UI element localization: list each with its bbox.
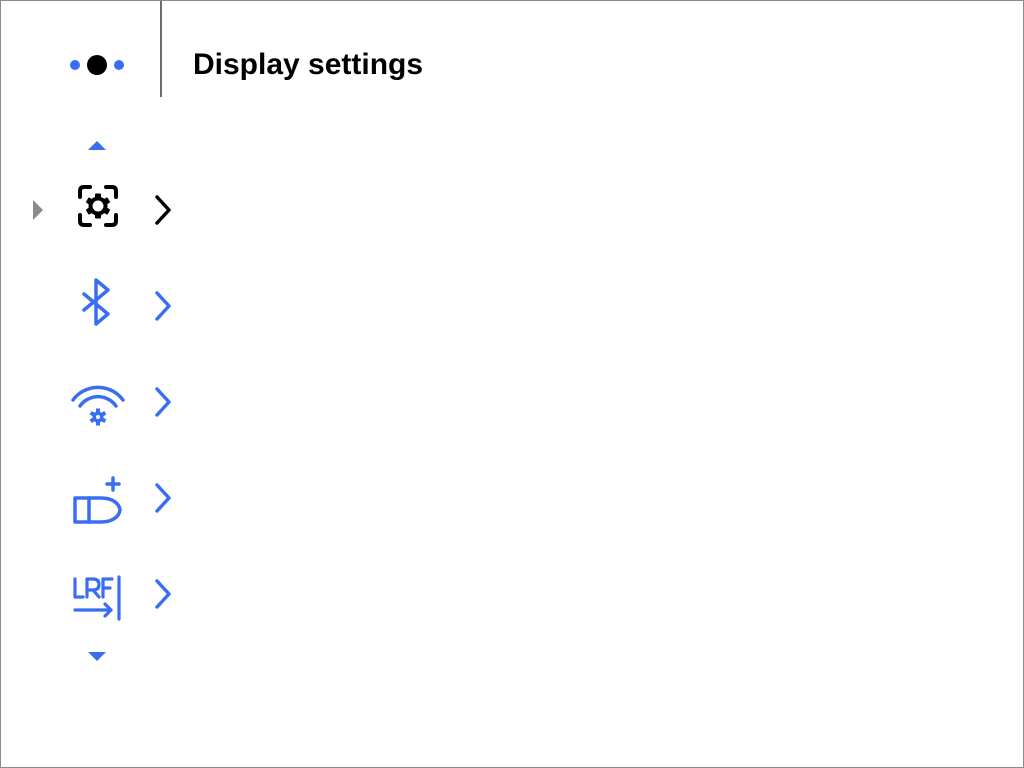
selection-pointer-icon: [33, 200, 43, 220]
header-divider: [160, 1, 162, 97]
page-title: Display settings: [193, 48, 424, 81]
wifi-settings-icon: [71, 385, 125, 426]
scroll-down-arrow-icon[interactable]: [87, 651, 107, 663]
chevron-right-icon: [155, 483, 171, 513]
display-settings-screen: Display settings: [0, 0, 1024, 768]
bluetooth-icon: [82, 278, 110, 326]
menu-item-general-settings[interactable]: [21, 173, 191, 243]
chevron-right-icon: [155, 579, 171, 609]
chevron-right-icon: [155, 195, 171, 225]
chevron-right-icon: [155, 387, 171, 417]
bullet-plus-minus-icon: [73, 476, 122, 524]
page-indicator-icon: [70, 55, 124, 75]
menu-item-bluetooth[interactable]: [21, 269, 191, 339]
chevron-right-icon: [155, 291, 171, 321]
lrf-rangefinder-icon: [73, 575, 121, 621]
menu-item-ballistic-profile[interactable]: [21, 461, 191, 531]
menu-item-lrf[interactable]: [21, 557, 191, 627]
gear-settings-icon: [78, 185, 118, 227]
menu-item-wifi-settings[interactable]: [21, 365, 191, 435]
scroll-up-arrow-icon[interactable]: [87, 139, 107, 151]
